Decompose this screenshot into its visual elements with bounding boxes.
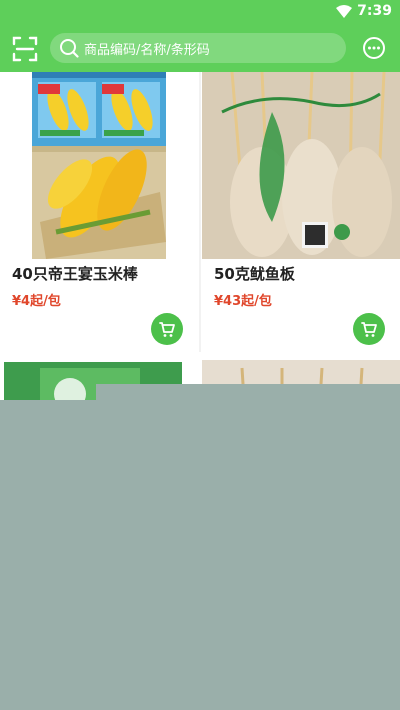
squid-image[interactable] xyxy=(202,72,400,259)
search-icon xyxy=(60,39,79,58)
product-price: ¥4起/包 xyxy=(12,294,61,309)
top-header: 商品编码/名称/条形码 xyxy=(0,24,400,72)
product-title[interactable]: 40只帝王宴玉米棒 xyxy=(12,263,138,284)
status-time: 7:39 xyxy=(357,3,392,19)
wifi-icon xyxy=(336,5,352,18)
column-divider xyxy=(199,72,201,352)
cart-icon xyxy=(159,322,175,337)
overlay-edge xyxy=(96,384,400,400)
product-title[interactable]: 50克鱿鱼板 xyxy=(214,263,295,284)
add-to-cart-button[interactable] xyxy=(353,313,385,345)
search-placeholder: 商品编码/名称/条形码 xyxy=(84,43,210,58)
status-bar: 7:39 xyxy=(0,0,400,24)
add-to-cart-button[interactable] xyxy=(151,313,183,345)
product-price: ¥43起/包 xyxy=(214,294,272,309)
product-card[interactable]: 50克鱿鱼板 ¥43起/包 xyxy=(202,72,400,352)
product-grid: 40只帝王宴玉米棒 ¥4起/包 50克鱿鱼板 ¥43起/包 xyxy=(0,72,400,400)
corn-image[interactable] xyxy=(0,72,198,259)
chat-icon[interactable] xyxy=(362,36,386,60)
product-card[interactable]: 40只帝王宴玉米棒 ¥4起/包 xyxy=(0,72,198,352)
modal-overlay[interactable] xyxy=(0,400,400,710)
search-input[interactable]: 商品编码/名称/条形码 xyxy=(50,33,346,63)
scan-icon[interactable] xyxy=(12,36,38,62)
cart-icon xyxy=(361,322,377,337)
